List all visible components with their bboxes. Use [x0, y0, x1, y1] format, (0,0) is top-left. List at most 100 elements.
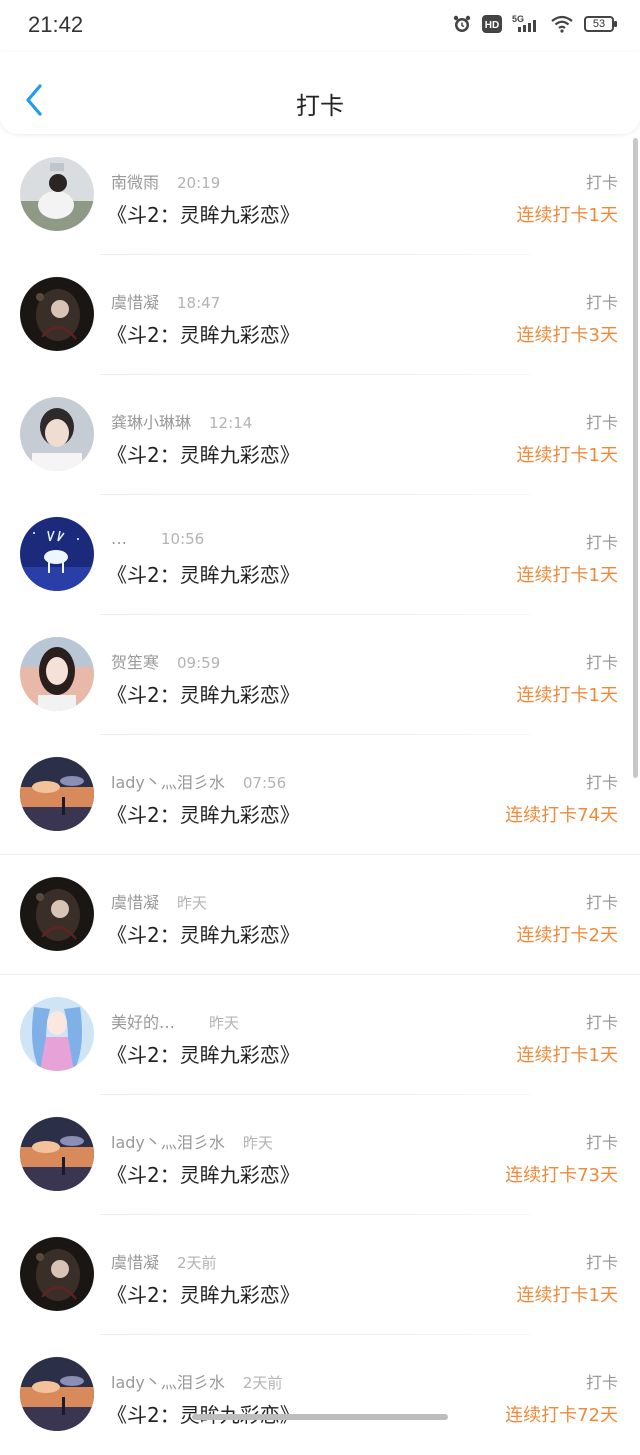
signal-5g-icon: 5G — [512, 14, 536, 32]
meta-line: 贺笙寒 09:59 — [111, 649, 220, 673]
checkin-time: 10:56 — [161, 530, 205, 548]
checkin-list: 南微雨 20:19 《斗2：灵眸九彩恋》 打卡 连续打卡1天 虞惜凝 18:47 《… — [0, 135, 640, 1455]
checkin-tag: 打卡 — [585, 1013, 618, 1032]
checkin-time: 昨天 — [242, 1134, 273, 1152]
meta-line: lady丶灬泪彡水 07:56 — [111, 769, 286, 793]
book-title[interactable]: 《斗2：灵眸九彩恋》 — [107, 199, 300, 228]
svg-text:HD: HD — [485, 20, 499, 31]
book-title[interactable]: 《斗2：灵眸九彩恋》 — [107, 679, 300, 708]
list-item[interactable]: lady丶灬泪彡水 昨天 《斗2：灵眸九彩恋》 打卡 连续打卡73天 — [0, 1095, 640, 1215]
avatar[interactable] — [20, 277, 94, 351]
avatar[interactable] — [20, 877, 94, 951]
user-name[interactable]: 虞惜凝 — [111, 893, 159, 912]
avatar[interactable] — [20, 997, 94, 1071]
meta-line: 美好的… 昨天 — [111, 1009, 239, 1033]
checkin-time: 昨天 — [209, 1014, 240, 1032]
battery-level: 53 — [592, 18, 606, 30]
avatar[interactable] — [20, 1357, 94, 1431]
user-name[interactable]: … — [111, 529, 127, 548]
book-title[interactable]: 《斗2：灵眸九彩恋》 — [107, 1279, 300, 1308]
checkin-tag: 打卡 — [585, 1133, 618, 1152]
avatar[interactable] — [20, 517, 94, 591]
checkin-time: 昨天 — [177, 894, 208, 912]
page-title: 打卡 — [296, 92, 344, 120]
streak-text: 连续打卡73天 — [505, 1165, 618, 1186]
checkin-tag: 打卡 — [585, 173, 618, 192]
list-item[interactable]: … 10:56 《斗2：灵眸九彩恋》 打卡 连续打卡1天 — [0, 495, 640, 615]
avatar[interactable] — [20, 1117, 94, 1191]
user-name[interactable]: 南微雨 — [111, 173, 159, 192]
scrollbar[interactable] — [633, 138, 638, 778]
checkin-tag: 打卡 — [585, 1253, 618, 1272]
checkin-time: 07:56 — [242, 774, 287, 792]
avatar[interactable] — [20, 157, 94, 231]
status-bar: 21:42 HD 5G 53 — [0, 0, 640, 52]
checkin-time: 20:19 — [177, 174, 221, 192]
user-name[interactable]: lady丶灬泪彡水 — [111, 1373, 225, 1392]
list-item[interactable]: 龚琳小琳琳 12:14 《斗2：灵眸九彩恋》 打卡 连续打卡1天 — [0, 375, 640, 495]
meta-line: … 10:56 — [111, 529, 204, 548]
book-title[interactable]: 《斗2：灵眸九彩恋》 — [107, 1159, 300, 1188]
avatar[interactable] — [20, 397, 94, 471]
streak-text: 连续打卡2天 — [516, 925, 618, 946]
checkin-time: 12:14 — [209, 414, 253, 432]
checkin-tag: 打卡 — [585, 653, 618, 672]
user-name[interactable]: 美好的… — [111, 1013, 175, 1032]
checkin-time: 18:47 — [177, 294, 221, 312]
book-title[interactable]: 《斗2：灵眸九彩恋》 — [107, 559, 300, 588]
list-item[interactable]: 南微雨 20:19 《斗2：灵眸九彩恋》 打卡 连续打卡1天 — [0, 135, 640, 255]
list-item[interactable]: 虞惜凝 2天前 《斗2：灵眸九彩恋》 打卡 连续打卡1天 — [0, 1215, 640, 1335]
streak-text: 连续打卡74天 — [505, 805, 618, 826]
user-name[interactable]: 龚琳小琳琳 — [111, 413, 191, 432]
user-name[interactable]: 贺笙寒 — [111, 653, 159, 672]
user-name[interactable]: 虞惜凝 — [111, 1253, 159, 1272]
avatar[interactable] — [20, 1237, 94, 1311]
list-item[interactable]: lady丶灬泪彡水 07:56 《斗2：灵眸九彩恋》 打卡 连续打卡74天 — [0, 735, 640, 855]
user-name[interactable]: 虞惜凝 — [111, 293, 159, 312]
streak-text: 连续打卡3天 — [516, 325, 618, 346]
list-item[interactable]: 贺笙寒 09:59 《斗2：灵眸九彩恋》 打卡 连续打卡1天 — [0, 615, 640, 735]
avatar[interactable] — [20, 757, 94, 831]
avatar[interactable] — [20, 637, 94, 711]
checkin-tag: 打卡 — [585, 413, 618, 432]
book-title[interactable]: 《斗2：灵眸九彩恋》 — [107, 799, 300, 828]
streak-text: 连续打卡1天 — [516, 205, 618, 226]
checkin-tag: 打卡 — [585, 293, 618, 312]
battery-icon: 53 — [584, 16, 617, 32]
checkin-tag: 打卡 — [585, 893, 618, 912]
meta-line: 虞惜凝 昨天 — [111, 889, 207, 913]
streak-text: 连续打卡1天 — [516, 685, 618, 706]
status-time: 21:42 — [28, 12, 84, 37]
book-title[interactable]: 《斗2：灵眸九彩恋》 — [107, 919, 300, 948]
meta-line: 虞惜凝 18:47 — [111, 289, 220, 313]
streak-text: 连续打卡1天 — [516, 445, 618, 466]
svg-text:5G: 5G — [512, 14, 524, 24]
home-indicator[interactable] — [192, 1414, 448, 1420]
checkin-time: 09:59 — [177, 654, 221, 672]
list-item[interactable]: 虞惜凝 昨天 《斗2：灵眸九彩恋》 打卡 连续打卡2天 — [0, 855, 640, 975]
meta-line: 南微雨 20:19 — [111, 169, 220, 193]
meta-line: 虞惜凝 2天前 — [111, 1249, 217, 1273]
user-name[interactable]: lady丶灬泪彡水 — [111, 1133, 225, 1152]
streak-text: 连续打卡72天 — [505, 1405, 618, 1426]
list-item[interactable]: lady丶灬泪彡水2天前 《斗2：灵眸九彩恋》 打卡 连续打卡72天 — [0, 1335, 640, 1455]
nav-header: 打卡 — [0, 52, 640, 134]
book-title[interactable]: 《斗2：灵眸九彩恋》 — [107, 319, 300, 348]
alarm-icon — [453, 15, 471, 32]
checkin-tag: 打卡 — [585, 533, 618, 552]
list-item[interactable]: 虞惜凝 18:47 《斗2：灵眸九彩恋》 打卡 连续打卡3天 — [0, 255, 640, 375]
meta-line: 龚琳小琳琳 12:14 — [111, 409, 252, 433]
streak-text: 连续打卡1天 — [516, 1045, 618, 1066]
user-name[interactable]: lady丶灬泪彡水 — [111, 773, 225, 792]
book-title[interactable]: 《斗2：灵眸九彩恋》 — [107, 439, 300, 468]
checkin-tag: 打卡 — [585, 773, 618, 792]
checkin-time: 2天前 — [242, 1374, 283, 1392]
status-icons: HD 5G 53 — [452, 14, 617, 34]
list-item[interactable]: 美好的… 昨天 《斗2：灵眸九彩恋》 打卡 连续打卡1天 — [0, 975, 640, 1095]
hd-icon: HD — [482, 15, 502, 33]
wifi-icon — [551, 15, 573, 33]
checkin-tag: 打卡 — [585, 1373, 618, 1392]
meta-line: lady丶灬泪彡水 昨天 — [111, 1129, 273, 1153]
meta-line: lady丶灬泪彡水 2天前 — [111, 1369, 282, 1393]
book-title[interactable]: 《斗2：灵眸九彩恋》 — [107, 1039, 300, 1068]
